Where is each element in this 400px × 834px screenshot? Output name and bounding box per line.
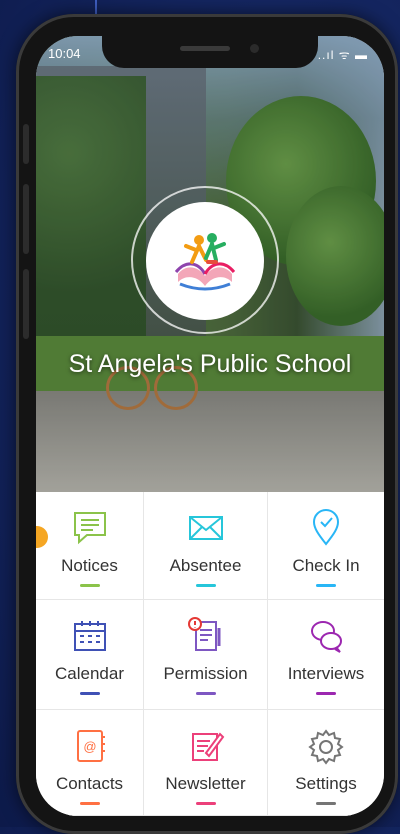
- volume-up-button: [23, 184, 29, 254]
- school-logo: [146, 202, 264, 320]
- notch: [102, 36, 318, 68]
- chat-bubbles-icon: [311, 621, 342, 653]
- menu-label-contacts: Contacts: [55, 774, 124, 793]
- menu-underline: [316, 692, 336, 695]
- speech-bubble-icon: [73, 512, 106, 545]
- app-screen: 10:04 ..ıl ᯤ ▬ St Angela's Public School…: [36, 36, 384, 816]
- menu-underline: [79, 802, 100, 805]
- permission-form-icon: [187, 617, 220, 651]
- status-icons: ..ıl ᯤ ▬: [317, 48, 368, 62]
- menu-item-interviews[interactable]: Interviews: [268, 600, 384, 710]
- front-camera: [250, 44, 259, 53]
- menu-underline: [195, 802, 216, 805]
- menu-label-notices: Notices: [61, 556, 118, 575]
- address-book-icon: @: [76, 730, 105, 762]
- calendar-icon: [73, 621, 106, 651]
- menu-label-permission: Permission: [163, 664, 248, 683]
- menu-label-absentee: Absentee: [169, 556, 242, 575]
- menu-item-checkin[interactable]: Check In: [268, 492, 384, 600]
- menu-item-notices[interactable]: Notices: [36, 492, 144, 600]
- speaker-grille: [180, 46, 230, 51]
- menu-underline: [316, 584, 336, 587]
- menu-underline: [79, 584, 100, 587]
- book-logo-icon: [174, 233, 236, 291]
- menu-item-contacts[interactable]: @ Contacts: [36, 710, 144, 816]
- location-pin-icon: [312, 509, 340, 546]
- menu-item-settings[interactable]: Settings: [268, 710, 384, 816]
- silent-switch: [23, 124, 29, 164]
- gear-icon: [308, 729, 344, 765]
- menu-underline: [195, 584, 216, 587]
- menu-item-calendar[interactable]: Calendar: [36, 600, 144, 710]
- menu-grid: Notices Absentee Check In Calendar Permi…: [36, 492, 384, 816]
- menu-underline: [79, 692, 100, 695]
- newsletter-icon: [191, 732, 224, 761]
- menu-underline: [195, 692, 216, 695]
- menu-label-checkin: Check In: [292, 556, 360, 575]
- svg-text:@: @: [83, 739, 96, 754]
- menu-item-newsletter[interactable]: Newsletter: [144, 710, 268, 816]
- status-time: 10:04: [48, 46, 81, 61]
- envelope-icon: [188, 516, 223, 540]
- menu-item-absentee[interactable]: Absentee: [144, 492, 268, 600]
- menu-label-calendar: Calendar: [55, 664, 124, 683]
- menu-underline: [316, 802, 336, 805]
- menu-label-interviews: Interviews: [287, 664, 365, 683]
- school-name: St Angela's Public School: [68, 350, 352, 378]
- menu-label-settings: Settings: [295, 774, 357, 793]
- menu-label-newsletter: Newsletter: [165, 774, 246, 793]
- volume-down-button: [23, 269, 29, 339]
- menu-item-permission[interactable]: Permission: [144, 600, 268, 710]
